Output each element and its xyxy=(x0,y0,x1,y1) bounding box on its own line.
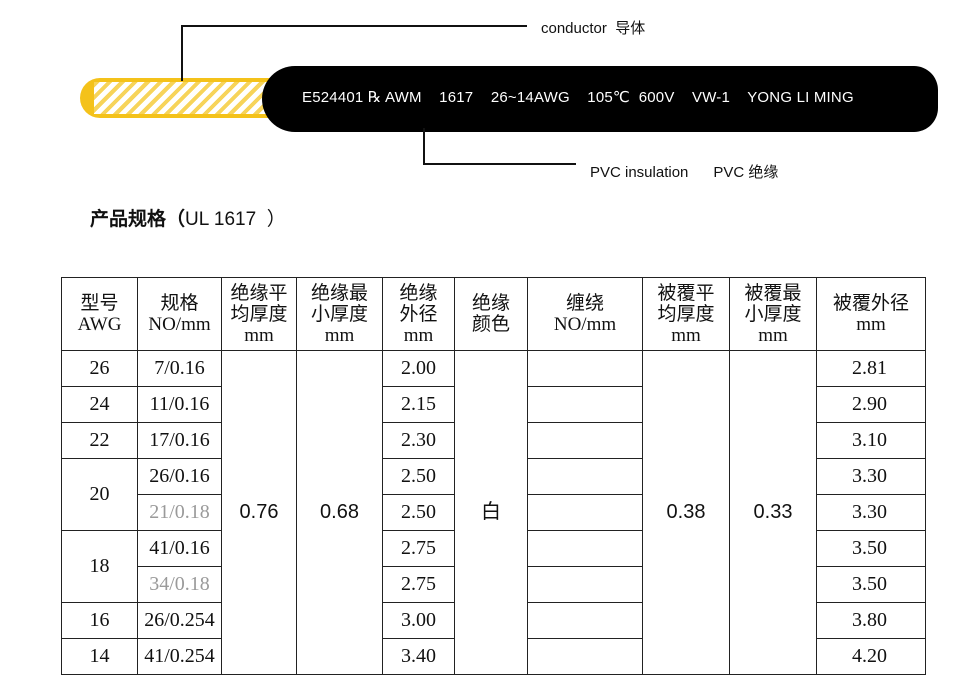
jacket-od-cell: 3.30 xyxy=(816,458,926,495)
jacket-min-cell: 0.33 xyxy=(729,350,817,675)
conductor-leader-horizontal xyxy=(181,25,527,27)
conductor-strands xyxy=(94,82,276,114)
cable-print-text: E524401 ℞ AWM 1617 26~14AWG 105℃ 600V VW… xyxy=(302,89,854,106)
ins-avg-cell: 0.76 xyxy=(221,350,297,675)
spec-cell: 21/0.18 xyxy=(137,494,222,531)
jacket-od-cell: 4.20 xyxy=(816,638,926,675)
awg-cell: 26 xyxy=(61,350,138,387)
ins-od-cell: 2.50 xyxy=(382,494,455,531)
conductor-leader-vertical xyxy=(181,25,183,81)
spec-table: 型号 AWG 规格 NO/mm 绝缘平 均厚度 mm 绝缘最 小厚度 mm 绝缘 外径 mm 绝… xyxy=(61,277,926,675)
ins-color-cell: 白 xyxy=(454,350,528,675)
awg-cell: 22 xyxy=(61,422,138,459)
jacket-od-cell: 3.50 xyxy=(816,530,926,567)
insulation-leader-vertical xyxy=(423,128,425,165)
header-ins-avg: 绝缘平 均厚度 mm xyxy=(221,277,297,351)
ins-min-cell: 0.68 xyxy=(296,350,383,675)
jacket-od-cell: 3.30 xyxy=(816,494,926,531)
spec-cell: 34/0.18 xyxy=(137,566,222,603)
ins-od-cell: 2.75 xyxy=(382,566,455,603)
header-awg: 型号 AWG xyxy=(61,277,138,351)
jacket-od-cell: 2.90 xyxy=(816,386,926,423)
awg-cell: 14 xyxy=(61,638,138,675)
spec-cell: 26/0.16 xyxy=(137,458,222,495)
conductor-label: conductor 导体 xyxy=(541,20,646,37)
table-row: 26 7/0.16 0.76 0.68 2.00 白 0.38 0.33 2.8… xyxy=(61,350,926,675)
header-wrap: 缠绕 NO/mm xyxy=(527,277,643,351)
ins-od-cell: 2.75 xyxy=(382,530,455,567)
jacket-od-cell: 3.50 xyxy=(816,566,926,603)
header-spec: 规格 NO/mm xyxy=(137,277,222,351)
insulation-label: PVC insulation PVC 绝缘 xyxy=(590,164,779,181)
jacket-od-cell: 3.80 xyxy=(816,602,926,639)
jacket-od-cell: 3.10 xyxy=(816,422,926,459)
header-ins-color: 绝缘 颜色 xyxy=(454,277,528,351)
ins-od-cell: 2.00 xyxy=(382,350,455,387)
ins-od-cell: 3.00 xyxy=(382,602,455,639)
jacket-od-cell: 2.81 xyxy=(816,350,926,387)
wrap-cell xyxy=(527,458,643,495)
awg-cell: 16 xyxy=(61,602,138,639)
insulation-leader-horizontal xyxy=(423,163,576,165)
jacket-avg-cell: 0.38 xyxy=(642,350,730,675)
header-jacket-avg: 被覆平 均厚度 mm xyxy=(642,277,730,351)
wrap-cell xyxy=(527,566,643,603)
heading-model: UL 1617 xyxy=(185,209,257,230)
table-header-row: 型号 AWG 规格 NO/mm 绝缘平 均厚度 mm 绝缘最 小厚度 mm 绝缘 外径 mm 绝… xyxy=(61,277,926,351)
wrap-cell xyxy=(527,530,643,567)
section-heading: 产品规格（UL 1617 ） xyxy=(90,204,286,231)
ins-od-cell: 3.40 xyxy=(382,638,455,675)
awg-cell: 20 xyxy=(61,458,138,531)
spec-cell: 26/0.254 xyxy=(137,602,222,639)
awg-cell: 18 xyxy=(61,530,138,603)
ins-od-cell: 2.30 xyxy=(382,422,455,459)
spec-cell: 11/0.16 xyxy=(137,386,222,423)
wrap-cell xyxy=(527,494,643,531)
spec-cell: 41/0.16 xyxy=(137,530,222,567)
heading-suffix: ） xyxy=(256,209,286,230)
header-jacket-min: 被覆最 小厚度 mm xyxy=(729,277,817,351)
ins-od-cell: 2.15 xyxy=(382,386,455,423)
awg-cell: 24 xyxy=(61,386,138,423)
header-ins-min: 绝缘最 小厚度 mm xyxy=(296,277,383,351)
wrap-cell xyxy=(527,602,643,639)
header-ins-od: 绝缘 外径 mm xyxy=(382,277,455,351)
spec-cell: 17/0.16 xyxy=(137,422,222,459)
heading-prefix: 产品规格（ xyxy=(90,209,186,230)
spec-cell: 7/0.16 xyxy=(137,350,222,387)
wrap-cell xyxy=(527,386,643,423)
spec-cell: 41/0.254 xyxy=(137,638,222,675)
header-jacket-od: 被覆外径 mm xyxy=(816,277,926,351)
ins-od-cell: 2.50 xyxy=(382,458,455,495)
wrap-cell xyxy=(527,350,643,387)
wrap-cell xyxy=(527,422,643,459)
wrap-cell xyxy=(527,638,643,675)
